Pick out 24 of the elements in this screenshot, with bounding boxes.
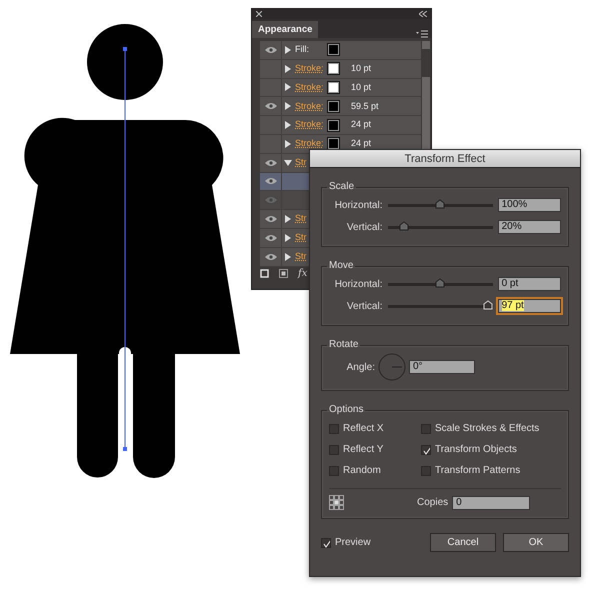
- field-label: Horizontal:: [334, 198, 382, 212]
- checkbox-label: Reflect X: [343, 422, 384, 436]
- checkbox-label: Transform Objects: [435, 443, 517, 457]
- stroke-weight: 24 pt: [351, 137, 372, 150]
- checkbox-label: Preview: [335, 536, 371, 550]
- group-title: Rotate: [328, 340, 360, 350]
- stroke-weight: 24 pt: [351, 118, 372, 132]
- field-label: Vertical:: [346, 300, 382, 314]
- group-title: Scale: [328, 182, 356, 192]
- group-title: Move: [328, 261, 354, 271]
- field-label: Copies: [417, 496, 448, 510]
- checkbox-label: Scale Strokes & Effects: [435, 422, 540, 436]
- field-label: Angle:: [346, 360, 375, 374]
- field-label: Horizontal:: [334, 278, 382, 292]
- field-label: Vertical:: [346, 220, 382, 234]
- stroke-weight: 10 pt: [351, 80, 372, 94]
- checkbox-label: Random: [343, 464, 381, 478]
- checkbox-label: Reflect Y: [343, 443, 384, 457]
- window-title: Transform Effect: [310, 150, 580, 168]
- group-title: Options: [328, 405, 364, 415]
- stroke-weight: 10 pt: [351, 62, 372, 75]
- stroke-weight: 59.5 pt: [351, 100, 379, 113]
- checkbox-label: Transform Patterns: [435, 464, 520, 478]
- fill-label: Fill:: [295, 43, 310, 56]
